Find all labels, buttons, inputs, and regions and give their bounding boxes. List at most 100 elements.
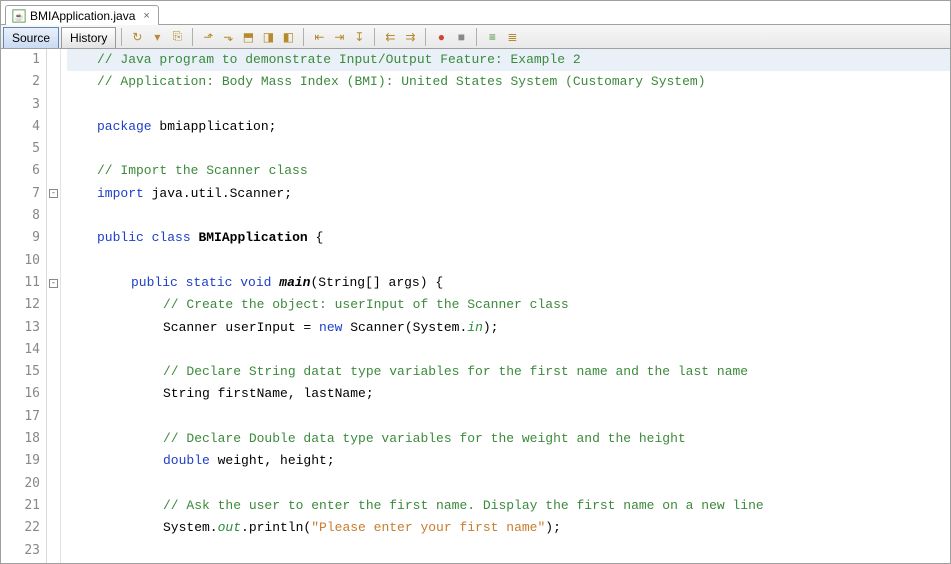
line-number: 18 bbox=[1, 428, 40, 450]
fold-cell bbox=[47, 138, 60, 160]
fold-cell bbox=[47, 205, 60, 227]
code-line[interactable]: double weight, height; bbox=[67, 450, 950, 472]
toolbar-separator bbox=[425, 28, 426, 46]
code-line[interactable]: public class BMIApplication { bbox=[67, 227, 950, 249]
fold-cell bbox=[47, 71, 60, 93]
line-number: 4 bbox=[1, 116, 40, 138]
dropdown-icon[interactable]: ▾ bbox=[148, 28, 166, 46]
line-number: 2 bbox=[1, 71, 40, 93]
line-number: 9 bbox=[1, 227, 40, 249]
code-line[interactable] bbox=[67, 250, 950, 272]
fold-cell bbox=[47, 116, 60, 138]
fold-cell bbox=[47, 540, 60, 562]
diff-prev-icon[interactable]: ≡ bbox=[483, 28, 501, 46]
toolbar-separator bbox=[476, 28, 477, 46]
code-line[interactable] bbox=[67, 138, 950, 160]
code-line[interactable]: // Java program to demonstrate Input/Out… bbox=[67, 49, 950, 71]
comment-icon[interactable]: ⇇ bbox=[381, 28, 399, 46]
uncomment-icon[interactable]: ⇉ bbox=[401, 28, 419, 46]
code-line[interactable]: // Ask the user to enter the first name.… bbox=[67, 495, 950, 517]
fold-cell bbox=[47, 361, 60, 383]
file-tab[interactable]: ☕ BMIApplication.java × bbox=[5, 5, 159, 25]
code-line[interactable]: public static void main(String[] args) { bbox=[67, 272, 950, 294]
line-number: 6 bbox=[1, 160, 40, 182]
line-number: 14 bbox=[1, 339, 40, 361]
line-number: 5 bbox=[1, 138, 40, 160]
code-line[interactable]: System.out.println("Please enter your fi… bbox=[67, 517, 950, 539]
line-number: 12 bbox=[1, 294, 40, 316]
fold-toggle-icon[interactable]: - bbox=[49, 279, 58, 288]
fold-cell bbox=[47, 406, 60, 428]
line-number: 8 bbox=[1, 205, 40, 227]
fold-cell bbox=[47, 227, 60, 249]
line-number: 16 bbox=[1, 383, 40, 405]
code-line[interactable]: String firstName, lastName; bbox=[67, 383, 950, 405]
line-number: 15 bbox=[1, 361, 40, 383]
code-line[interactable] bbox=[67, 205, 950, 227]
fold-cell[interactable]: - bbox=[47, 183, 60, 205]
toolbar-separator bbox=[192, 28, 193, 46]
code-line[interactable] bbox=[67, 339, 950, 361]
fold-cell bbox=[47, 517, 60, 539]
fold-cell bbox=[47, 317, 60, 339]
code-line[interactable]: // Declare Double data type variables fo… bbox=[67, 428, 950, 450]
code-line[interactable]: // Import the Scanner class bbox=[67, 160, 950, 182]
code-editor[interactable]: 1234567891011121314151617181920212223 --… bbox=[1, 49, 950, 563]
pin-icon[interactable]: ⎘ bbox=[168, 28, 186, 46]
code-line[interactable]: package bmiapplication; bbox=[67, 116, 950, 138]
fold-cell bbox=[47, 339, 60, 361]
code-area[interactable]: // Java program to demonstrate Input/Out… bbox=[61, 49, 950, 563]
shift-right-icon[interactable]: ⇥ bbox=[330, 28, 348, 46]
code-line[interactable] bbox=[67, 540, 950, 562]
code-line[interactable]: // Application: Body Mass Index (BMI): U… bbox=[67, 71, 950, 93]
subtab-history[interactable]: History bbox=[61, 27, 116, 48]
toolbar-separator bbox=[121, 28, 122, 46]
find-sel-next-icon[interactable]: ⬎ bbox=[219, 28, 237, 46]
line-number: 17 bbox=[1, 406, 40, 428]
toggle-hl-icon[interactable]: ⬒ bbox=[239, 28, 257, 46]
record-icon[interactable]: ■ bbox=[452, 28, 470, 46]
fold-cell bbox=[47, 428, 60, 450]
line-number: 21 bbox=[1, 495, 40, 517]
code-line[interactable]: import java.util.Scanner; bbox=[67, 183, 950, 205]
line-number: 19 bbox=[1, 450, 40, 472]
prev-bookmark-icon[interactable]: ◨ bbox=[259, 28, 277, 46]
reformat-icon[interactable]: ↧ bbox=[350, 28, 368, 46]
line-number: 22 bbox=[1, 517, 40, 539]
fold-column[interactable]: -- bbox=[47, 49, 61, 563]
fold-cell bbox=[47, 383, 60, 405]
line-number: 11 bbox=[1, 272, 40, 294]
line-number: 20 bbox=[1, 473, 40, 495]
code-line[interactable] bbox=[67, 94, 950, 116]
fold-cell[interactable]: - bbox=[47, 272, 60, 294]
code-line[interactable] bbox=[67, 473, 950, 495]
line-number-gutter: 1234567891011121314151617181920212223 bbox=[1, 49, 47, 563]
toolbar-separator bbox=[374, 28, 375, 46]
toolbar-separator bbox=[303, 28, 304, 46]
code-line[interactable]: // Create the object: userInput of the S… bbox=[67, 294, 950, 316]
svg-text:☕: ☕ bbox=[14, 12, 24, 22]
fold-cell bbox=[47, 495, 60, 517]
code-line[interactable]: // Declare String datat type variables f… bbox=[67, 361, 950, 383]
line-number: 10 bbox=[1, 250, 40, 272]
close-tab-icon[interactable]: × bbox=[143, 10, 149, 22]
line-number: 13 bbox=[1, 317, 40, 339]
fold-cell bbox=[47, 49, 60, 71]
find-sel-prev-icon[interactable]: ⬏ bbox=[199, 28, 217, 46]
next-bookmark-icon[interactable]: ◧ bbox=[279, 28, 297, 46]
code-line[interactable]: Scanner userInput = new Scanner(System.i… bbox=[67, 317, 950, 339]
java-file-icon: ☕ bbox=[12, 9, 26, 23]
file-tab-label: BMIApplication.java bbox=[30, 9, 135, 23]
line-number: 1 bbox=[1, 49, 40, 71]
diff-next-icon[interactable]: ≣ bbox=[503, 28, 521, 46]
stop-icon[interactable]: ● bbox=[432, 28, 450, 46]
code-line[interactable] bbox=[67, 406, 950, 428]
line-number: 3 bbox=[1, 94, 40, 116]
fold-cell bbox=[47, 294, 60, 316]
line-number: 23 bbox=[1, 540, 40, 562]
fold-toggle-icon[interactable]: - bbox=[49, 189, 58, 198]
refresh-icon[interactable]: ↻ bbox=[128, 28, 146, 46]
shift-left-icon[interactable]: ⇤ bbox=[310, 28, 328, 46]
fold-cell bbox=[47, 250, 60, 272]
subtab-source[interactable]: Source bbox=[3, 27, 59, 48]
